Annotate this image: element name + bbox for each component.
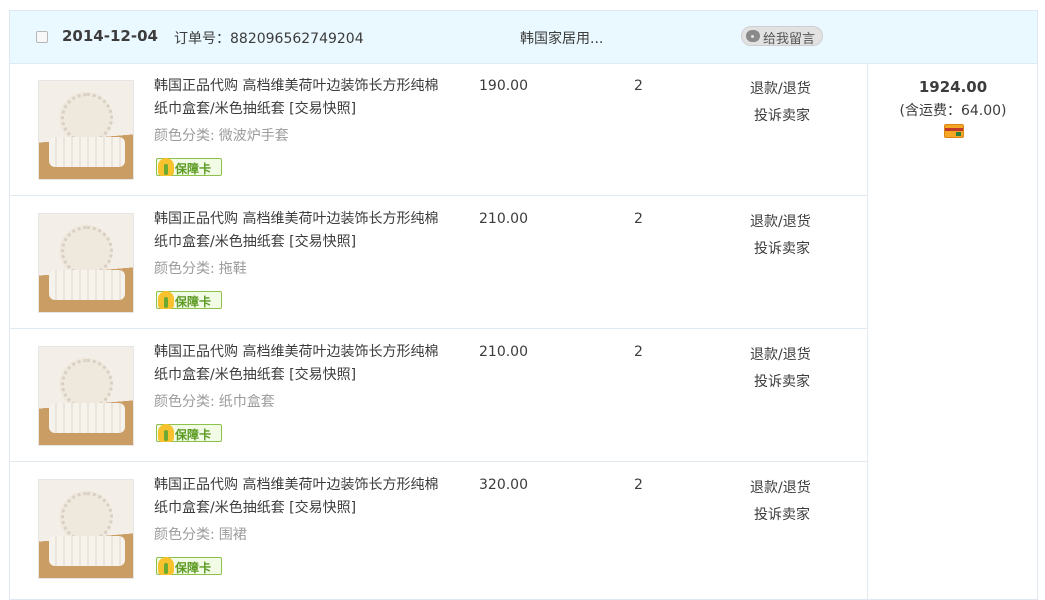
product-thumbnail[interactable] <box>38 479 134 579</box>
quantity: 2 <box>634 211 643 227</box>
product-thumbnail[interactable] <box>38 80 134 180</box>
complain-seller-link[interactable]: 投诉卖家 <box>754 371 810 391</box>
refund-return-link[interactable]: 退款/退货 <box>750 344 811 364</box>
order-number: 订单号：882096562749204 <box>174 28 364 48</box>
order-select-checkbox[interactable] <box>36 31 48 43</box>
product-title-link[interactable]: 韩国正品代购 高档维美荷叶边装饰长方形纯棉纸巾盒套/米色抽纸套 [交易快照] <box>154 208 439 254</box>
unit-price: 190.00 <box>479 78 528 94</box>
shipping-fee-note: (含运费：64.00) <box>899 103 1007 119</box>
complain-seller-link[interactable]: 投诉卖家 <box>754 238 810 258</box>
leave-message-button[interactable]: 给我留言 <box>741 26 823 47</box>
shield-icon <box>158 424 174 442</box>
order-header: 2014-12-04 订单号：882096562749204 韩国家居用... … <box>10 11 1037 64</box>
sku-label: 颜色分类: <box>154 261 215 277</box>
product-title-link[interactable]: 韩国正品代购 高档维美荷叶边装饰长方形纯棉纸巾盒套/米色抽纸套 [交易快照] <box>154 474 439 520</box>
guarantee-label: 保障卡 <box>175 561 212 575</box>
unit-price: 210.00 <box>479 344 528 360</box>
order-item-row: 韩国正品代购 高档维美荷叶边装饰长方形纯棉纸巾盒套/米色抽纸套 [交易快照] 颜… <box>10 329 867 462</box>
order-number-label: 订单号： <box>174 31 230 47</box>
shield-icon <box>158 557 174 575</box>
guarantee-card-badge[interactable]: 保障卡 <box>156 291 222 309</box>
quantity: 2 <box>634 477 643 493</box>
order-item-row: 韩国正品代购 高档维美荷叶边装饰长方形纯棉纸巾盒套/米色抽纸套 [交易快照] 颜… <box>10 462 867 595</box>
quantity: 2 <box>634 78 643 94</box>
order-item-row: 韩国正品代购 高档维美荷叶边装饰长方形纯棉纸巾盒套/米色抽纸套 [交易快照] 颜… <box>10 196 867 329</box>
quantity: 2 <box>634 344 643 360</box>
leave-message-label: 给我留言 <box>763 32 816 47</box>
unit-price: 320.00 <box>479 477 528 493</box>
order-total-column: 1924.00 (含运费：64.00) <box>867 63 1038 600</box>
refund-return-link[interactable]: 退款/退货 <box>750 78 811 98</box>
shield-icon <box>158 291 174 309</box>
product-sku: 颜色分类: 围裙 <box>154 524 247 544</box>
product-sku: 颜色分类: 微波炉手套 <box>154 125 289 145</box>
sku-value: 拖鞋 <box>218 261 247 277</box>
order-card: 2014-12-04 订单号：882096562749204 韩国家居用... … <box>9 10 1038 600</box>
product-sku: 颜色分类: 拖鞋 <box>154 258 247 278</box>
sku-value: 微波炉手套 <box>218 128 289 144</box>
refund-return-link[interactable]: 退款/退货 <box>750 477 811 497</box>
product-thumbnail[interactable] <box>38 213 134 313</box>
guarantee-card-badge[interactable]: 保障卡 <box>156 158 222 176</box>
order-date: 2014-12-04 <box>62 27 158 45</box>
credit-card-icon[interactable] <box>944 124 964 138</box>
shield-icon <box>158 158 174 176</box>
guarantee-label: 保障卡 <box>175 428 212 442</box>
sku-value: 纸巾盒套 <box>218 394 275 410</box>
guarantee-label: 保障卡 <box>175 162 212 176</box>
sku-value: 围裙 <box>218 527 247 543</box>
guarantee-card-badge[interactable]: 保障卡 <box>156 424 222 442</box>
guarantee-label: 保障卡 <box>175 295 212 309</box>
speech-bubble-icon <box>746 30 760 42</box>
complain-seller-link[interactable]: 投诉卖家 <box>754 105 810 125</box>
complain-seller-link[interactable]: 投诉卖家 <box>754 504 810 524</box>
product-sku: 颜色分类: 纸巾盒套 <box>154 391 275 411</box>
unit-price: 210.00 <box>479 211 528 227</box>
order-number-value: 882096562749204 <box>230 31 364 47</box>
sku-label: 颜色分类: <box>154 527 215 543</box>
product-title-link[interactable]: 韩国正品代购 高档维美荷叶边装饰长方形纯棉纸巾盒套/米色抽纸套 [交易快照] <box>154 341 439 387</box>
sku-label: 颜色分类: <box>154 128 215 144</box>
order-total: 1924.00 <box>918 78 988 96</box>
order-item-row: 韩国正品代购 高档维美荷叶边装饰长方形纯棉纸巾盒套/米色抽纸套 [交易快照] 颜… <box>10 63 867 196</box>
shop-name-link[interactable]: 韩国家居用... <box>520 28 603 48</box>
guarantee-card-badge[interactable]: 保障卡 <box>156 557 222 575</box>
product-thumbnail[interactable] <box>38 346 134 446</box>
sku-label: 颜色分类: <box>154 394 215 410</box>
refund-return-link[interactable]: 退款/退货 <box>750 211 811 231</box>
product-title-link[interactable]: 韩国正品代购 高档维美荷叶边装饰长方形纯棉纸巾盒套/米色抽纸套 [交易快照] <box>154 75 439 121</box>
